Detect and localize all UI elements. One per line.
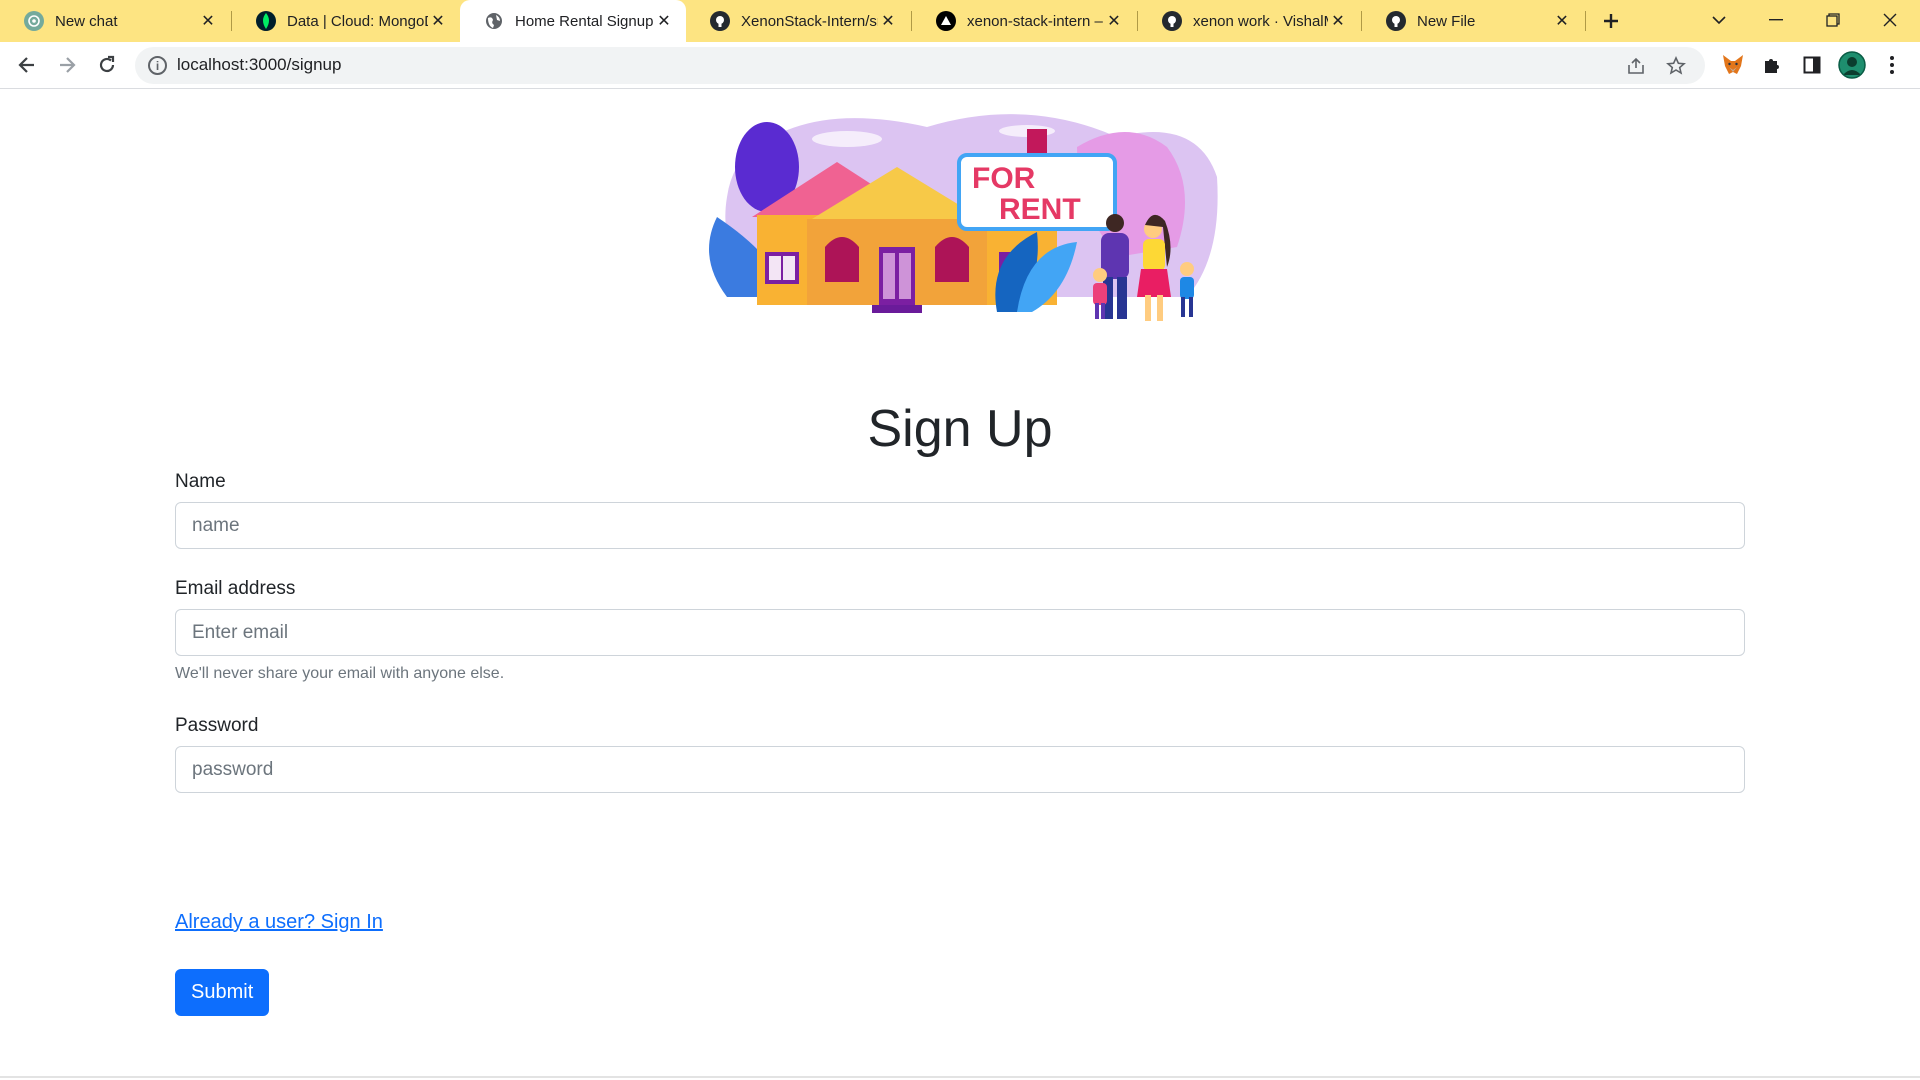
- forward-button[interactable]: [50, 48, 84, 82]
- page-bottom-divider: [0, 1076, 1920, 1078]
- close-icon[interactable]: ✕: [1552, 11, 1572, 31]
- tab-divider: [1585, 11, 1586, 31]
- password-label: Password: [175, 715, 259, 736]
- tab-github-xenon-work[interactable]: xenon work · VishalM ✕: [1138, 0, 1360, 42]
- tab-title: xenon work · VishalM: [1193, 12, 1328, 30]
- address-bar[interactable]: i localhost:3000/signup: [135, 47, 1705, 84]
- share-icon[interactable]: [1623, 53, 1649, 79]
- info-icon[interactable]: i: [148, 56, 167, 75]
- metamask-fox-icon[interactable]: [1719, 51, 1747, 79]
- close-icon[interactable]: ✕: [878, 11, 898, 31]
- browser-toolbar: i localhost:3000/signup: [0, 42, 1920, 89]
- new-tab-button[interactable]: [1597, 7, 1625, 35]
- side-panel-icon[interactable]: [1798, 51, 1826, 79]
- name-input[interactable]: [175, 502, 1745, 549]
- tab-mongodb[interactable]: Data | Cloud: MongoDB ✕: [232, 0, 460, 42]
- for-rent-illustration: FOR RENT: [709, 114, 1218, 321]
- close-icon[interactable]: ✕: [1104, 11, 1124, 31]
- chatgpt-icon: [24, 11, 44, 31]
- email-group: Email address We'll never share your ema…: [175, 578, 1745, 683]
- globe-icon: [484, 11, 504, 31]
- tab-github-new-file[interactable]: New File ✕: [1362, 0, 1584, 42]
- tab-title: New chat: [55, 12, 118, 30]
- profile-avatar[interactable]: [1838, 51, 1866, 79]
- mongodb-leaf-icon: [256, 11, 276, 31]
- tab-title: New File: [1417, 12, 1476, 30]
- extensions-puzzle-icon[interactable]: [1758, 51, 1786, 79]
- submit-button[interactable]: Submit: [175, 969, 270, 1016]
- sign-text-rent: RENT: [999, 193, 1081, 226]
- close-icon[interactable]: ✕: [654, 11, 674, 31]
- email-label: Email address: [175, 578, 296, 599]
- tab-search-button[interactable]: [1691, 0, 1747, 40]
- close-window-button[interactable]: [1862, 0, 1918, 40]
- restore-button[interactable]: [1805, 0, 1861, 40]
- close-icon[interactable]: ✕: [1328, 11, 1348, 31]
- name-group: Name: [175, 471, 1745, 549]
- password-group: Password: [175, 715, 1745, 793]
- tab-title: Home Rental Signup: [515, 12, 654, 30]
- reload-button[interactable]: [90, 48, 124, 82]
- github-icon: [710, 11, 730, 31]
- close-icon[interactable]: ✕: [428, 11, 448, 31]
- sign-in-link[interactable]: Already a user? Sign In: [175, 911, 383, 934]
- tab-strip: New chat ✕ Data | Cloud: MongoDB ✕ Home …: [0, 0, 1920, 42]
- page-title: Sign Up: [867, 400, 1053, 458]
- tab-github-src[interactable]: XenonStack-Intern/src ✕: [686, 0, 910, 42]
- tab-title: xenon-stack-intern –: [967, 12, 1103, 30]
- email-input[interactable]: [175, 609, 1745, 656]
- github-icon: [1162, 11, 1182, 31]
- close-icon[interactable]: ✕: [198, 11, 218, 31]
- back-button[interactable]: [10, 48, 44, 82]
- tab-home-rental-signup[interactable]: Home Rental Signup ✕: [460, 0, 686, 42]
- minimize-button[interactable]: [1748, 0, 1804, 40]
- password-input[interactable]: [175, 746, 1745, 793]
- star-icon[interactable]: [1663, 53, 1689, 79]
- sign-text-for: FOR: [972, 162, 1036, 195]
- page-content: FOR RENT Sign Up Name Email address We'l…: [0, 89, 1920, 1080]
- tab-new-chat[interactable]: New chat ✕: [0, 0, 230, 42]
- name-label: Name: [175, 471, 226, 492]
- tab-title: Data | Cloud: MongoDB: [287, 12, 428, 30]
- url-text[interactable]: localhost:3000/signup: [177, 55, 341, 75]
- email-help-text: We'll never share your email with anyone…: [175, 665, 505, 682]
- tab-title: XenonStack-Intern/src: [741, 12, 878, 30]
- menu-kebab-icon[interactable]: [1878, 51, 1906, 79]
- github-icon: [1386, 11, 1406, 31]
- tab-vercel[interactable]: xenon-stack-intern – ✕: [912, 0, 1136, 42]
- vercel-icon: [936, 11, 956, 31]
